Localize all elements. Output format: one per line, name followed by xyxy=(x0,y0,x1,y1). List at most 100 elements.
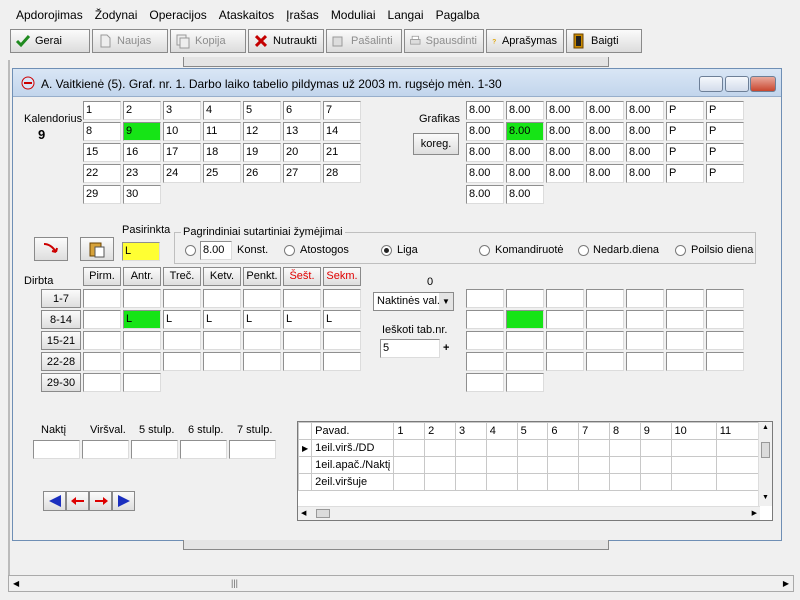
grafikas-cell[interactable]: 8.00 xyxy=(506,164,544,183)
calendar-day-cell[interactable]: 4 xyxy=(203,101,241,120)
right-grid-cell[interactable] xyxy=(706,310,744,329)
right-grid-cell[interactable] xyxy=(546,352,584,371)
scroll-down-icon[interactable]: ▼ xyxy=(762,494,769,501)
grid-column-header[interactable]: 6 xyxy=(547,422,580,440)
aprasymas-button[interactable]: ? Aprašymas xyxy=(486,29,564,53)
chevron-down-icon[interactable]: ▼ xyxy=(439,293,453,310)
right-grid-cell[interactable] xyxy=(546,331,584,350)
calendar-day-cell[interactable]: 10 xyxy=(163,122,201,141)
minimize-button[interactable] xyxy=(699,76,723,92)
calendar-day-cell[interactable]: 20 xyxy=(283,143,321,162)
grafikas-cell[interactable]: 8.00 xyxy=(626,122,664,141)
spausdinti-button[interactable]: Spausdinti xyxy=(404,29,484,53)
v-scroll-thumb[interactable] xyxy=(761,442,770,458)
week-range-button[interactable]: 29-30 xyxy=(41,373,81,392)
grafikas-cell[interactable]: P xyxy=(666,101,704,120)
grid-column-header[interactable]: 5 xyxy=(516,422,549,440)
right-grid-cell[interactable] xyxy=(666,352,704,371)
right-grid-cell[interactable] xyxy=(466,289,504,308)
dirbta-cell[interactable] xyxy=(83,310,121,329)
dirbta-cell[interactable] xyxy=(123,289,161,308)
grid-cell[interactable] xyxy=(578,473,610,491)
grid-cell[interactable] xyxy=(547,456,580,474)
dirbta-cell[interactable] xyxy=(123,331,161,350)
summary-column-input[interactable] xyxy=(131,440,178,459)
dirbta-cell[interactable] xyxy=(123,373,161,392)
scroll-right-icon[interactable]: ▶ xyxy=(752,509,757,517)
plus-button[interactable]: + xyxy=(443,342,449,354)
tabnr-search-input[interactable]: 5 xyxy=(380,339,440,358)
calendar-day-cell[interactable]: 2 xyxy=(123,101,161,120)
right-grid-cell[interactable] xyxy=(466,352,504,371)
paste-action-button[interactable] xyxy=(80,237,114,261)
right-grid-cell[interactable] xyxy=(666,331,704,350)
grafikas-cell[interactable]: 8.00 xyxy=(586,143,624,162)
calendar-day-cell[interactable]: 6 xyxy=(283,101,321,120)
grafikas-cell[interactable]: 8.00 xyxy=(626,164,664,183)
summary-column-input[interactable] xyxy=(229,440,276,459)
grid-column-header[interactable]: 4 xyxy=(485,422,518,440)
dirbta-cell[interactable]: L xyxy=(283,310,321,329)
grafikas-cell[interactable]: 8.00 xyxy=(466,143,504,162)
baigti-button[interactable]: Baigti xyxy=(566,29,642,53)
komandiruote-radio[interactable] xyxy=(479,245,490,256)
right-grid-cell[interactable] xyxy=(666,310,704,329)
grid-cell[interactable] xyxy=(608,439,641,457)
calendar-day-cell[interactable]: 12 xyxy=(243,122,281,141)
dirbta-cell[interactable] xyxy=(83,289,121,308)
dirbta-cell[interactable] xyxy=(83,352,121,371)
grafikas-cell[interactable]: 8.00 xyxy=(546,101,584,120)
main-scroll-right-icon[interactable]: ▶ xyxy=(783,579,789,588)
grid-cell[interactable] xyxy=(639,456,672,474)
dirbta-cell[interactable] xyxy=(83,373,121,392)
close-button[interactable] xyxy=(750,76,776,92)
menu-item[interactable]: Pagalba xyxy=(430,6,486,24)
dirbta-cell[interactable] xyxy=(83,331,121,350)
grafikas-cell[interactable]: 8.00 xyxy=(586,122,624,141)
kopija-button[interactable]: Kopija xyxy=(170,29,246,53)
calendar-day-cell[interactable]: 14 xyxy=(323,122,361,141)
dirbta-cell[interactable] xyxy=(283,352,321,371)
grid-cell[interactable] xyxy=(485,439,518,457)
grid-cell[interactable] xyxy=(578,439,610,457)
grafikas-cell[interactable]: P xyxy=(706,122,744,141)
summary-column-input[interactable] xyxy=(180,440,227,459)
grid-column-header[interactable]: 11 xyxy=(715,422,761,440)
dirbta-cell[interactable] xyxy=(203,352,241,371)
naujas-button[interactable]: Naujas xyxy=(92,29,168,53)
grafikas-cell[interactable]: 8.00 xyxy=(506,185,544,204)
dirbta-cell[interactable]: L xyxy=(163,310,201,329)
dirbta-cell[interactable] xyxy=(203,289,241,308)
dirbta-cell[interactable] xyxy=(283,289,321,308)
grid-cell[interactable] xyxy=(578,456,610,474)
right-grid-cell[interactable] xyxy=(546,289,584,308)
summary-column-input[interactable] xyxy=(82,440,129,459)
dirbta-cell[interactable]: L xyxy=(123,310,161,329)
calendar-day-cell[interactable]: 27 xyxy=(283,164,321,183)
liga-radio[interactable] xyxy=(381,245,392,256)
grafikas-cell[interactable]: P xyxy=(666,122,704,141)
naktines-dropdown[interactable]: Naktinės val. ▼ xyxy=(373,292,454,311)
grid-column-header[interactable]: 2 xyxy=(424,422,456,440)
arrow-action-button[interactable] xyxy=(34,237,68,261)
right-grid-cell[interactable] xyxy=(706,331,744,350)
right-grid-cell[interactable] xyxy=(506,310,544,329)
right-grid-cell[interactable] xyxy=(626,352,664,371)
table-row[interactable]: 1eil.apač./Naktį xyxy=(298,456,761,474)
nav-last-button[interactable] xyxy=(112,491,135,511)
dirbta-cell[interactable] xyxy=(243,331,281,350)
nutraukti-button[interactable]: Nutraukti xyxy=(248,29,324,53)
menu-item[interactable]: Žodynai xyxy=(89,6,144,24)
dirbta-cell[interactable] xyxy=(163,289,201,308)
right-grid-cell[interactable] xyxy=(466,373,504,392)
right-grid-cell[interactable] xyxy=(706,289,744,308)
right-grid-cell[interactable] xyxy=(546,310,584,329)
menu-item[interactable]: Operacijos xyxy=(143,6,212,24)
right-grid-cell[interactable] xyxy=(506,352,544,371)
calendar-day-cell[interactable]: 15 xyxy=(83,143,121,162)
right-grid-cell[interactable] xyxy=(586,310,624,329)
grafikas-cell[interactable]: 8.00 xyxy=(586,164,624,183)
week-range-button[interactable]: 1-7 xyxy=(41,289,81,308)
menu-item[interactable]: Ataskaitos xyxy=(213,6,280,24)
grid-cell[interactable] xyxy=(608,456,641,474)
